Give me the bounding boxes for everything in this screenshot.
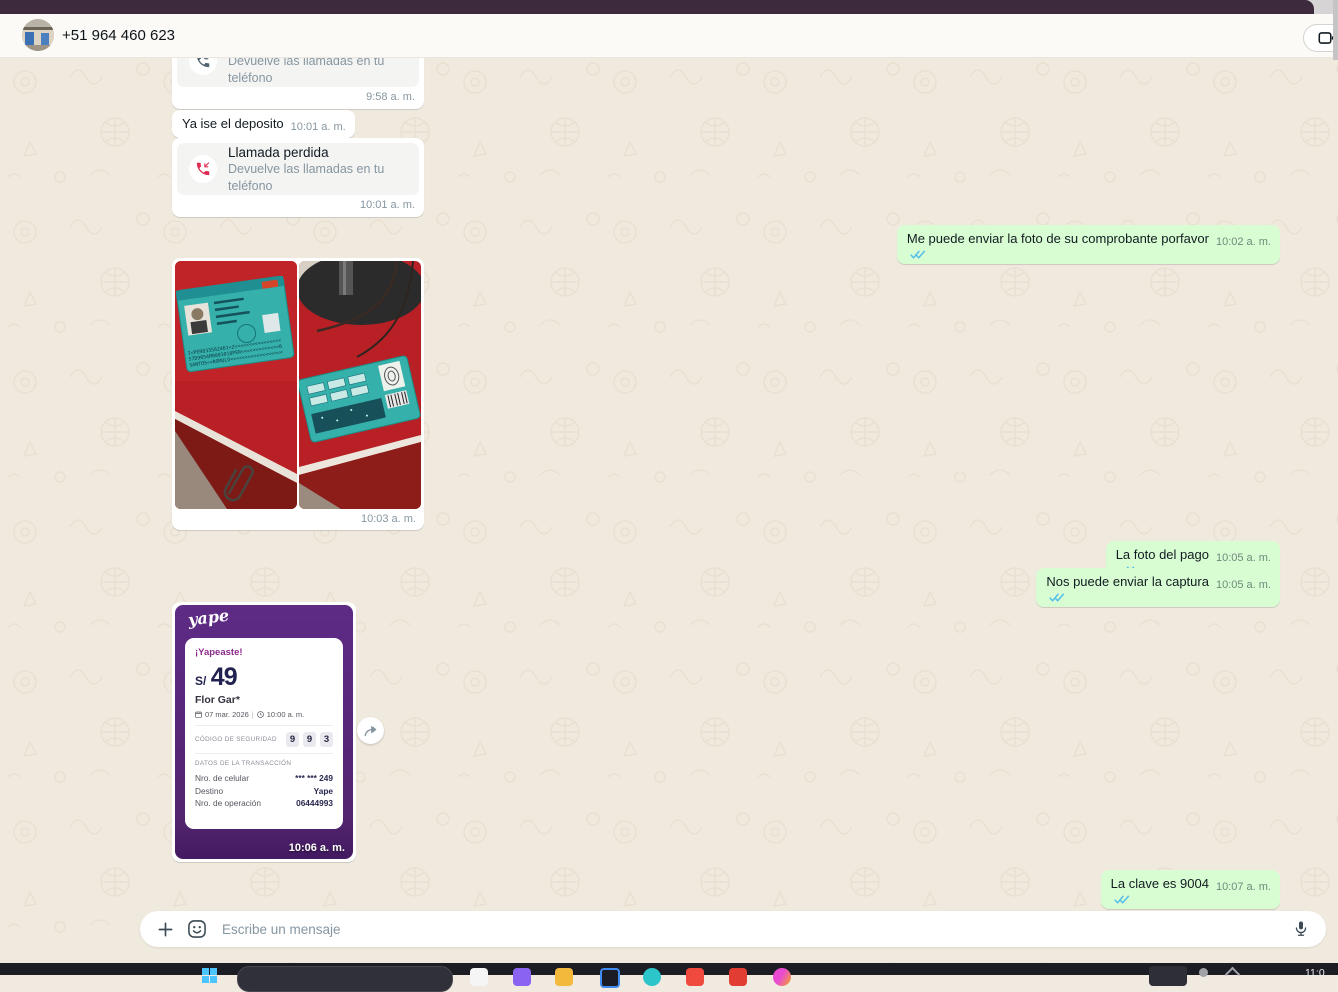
sticker-smiley-icon xyxy=(186,918,208,940)
message-text: Me puede enviar la foto de su comprobant… xyxy=(907,231,1209,246)
message-time: 10:01 a. m. xyxy=(291,121,346,133)
plus-icon xyxy=(155,919,176,940)
system-tray-button[interactable] xyxy=(1149,966,1187,986)
photo-id-back[interactable] xyxy=(299,261,421,509)
calendar-icon xyxy=(195,711,202,718)
message-call-event[interactable]: Devuelve las llamadas en tu teléfono 9:5… xyxy=(172,57,424,109)
missed-call-icon xyxy=(189,155,217,183)
message-time: 9:58 a. m. xyxy=(177,87,419,104)
forward-message-button[interactable] xyxy=(357,717,384,744)
call-icon xyxy=(189,57,217,75)
receipt-headline: ¡Yapeaste! xyxy=(195,647,333,658)
message-text: La foto del pago xyxy=(1116,547,1209,562)
forward-arrow-icon xyxy=(363,724,378,737)
voice-record-button[interactable] xyxy=(1288,916,1314,942)
call-subtitle: Devuelve las llamadas en tu teléfono xyxy=(228,57,407,87)
message-text: Ya ise el deposito xyxy=(182,116,284,131)
chat-header: +51 964 460 623 xyxy=(0,14,1338,58)
yape-logo: yape xyxy=(187,606,230,630)
call-subtitle: Devuelve las llamadas en tu teléfono xyxy=(228,161,407,195)
message-outgoing[interactable]: La clave es 9004 10:07 a. m. xyxy=(1101,870,1280,909)
receipt-datetime: 07 mar. 2026 | 10:00 a. m. xyxy=(195,710,333,719)
receipt-row: DestinoYape xyxy=(195,785,333,798)
receipt-row: Nro. de celular*** *** 249 xyxy=(195,772,333,785)
clock-icon xyxy=(257,711,264,718)
taskbar-app-copilot[interactable] xyxy=(513,968,531,986)
photo-id-front[interactable]: I<PER83356Z461<Z<<<<<<<<<<<<<<<< 57D9054… xyxy=(175,261,297,509)
call-event-box: Llamada perdida Devuelve las llamadas en… xyxy=(177,143,419,195)
message-time: 10:05 a. m. xyxy=(1216,579,1271,591)
taskbar-search-box[interactable] xyxy=(237,966,453,992)
taskbar-clock[interactable]: 11:0 xyxy=(1305,967,1325,979)
read-check-icon xyxy=(1114,894,1130,905)
tray-icon[interactable] xyxy=(1199,968,1208,977)
taskbar-app-blue[interactable] xyxy=(600,968,620,988)
message-time: 10:06 a. m. xyxy=(289,842,345,854)
message-composer xyxy=(140,911,1326,947)
taskbar-app-explorer[interactable] xyxy=(555,968,573,986)
taskbar-app-red-2[interactable] xyxy=(729,968,747,986)
attach-button[interactable] xyxy=(152,916,178,942)
emoji-sticker-button[interactable] xyxy=(184,916,210,942)
call-event-box: Devuelve las llamadas en tu teléfono xyxy=(177,57,419,87)
message-outgoing[interactable]: Me puede enviar la foto de su comprobant… xyxy=(897,225,1280,264)
security-code: 993 xyxy=(286,732,333,747)
windows-start-button[interactable] xyxy=(202,968,217,983)
message-image-pair[interactable]: I<PER83356Z461<Z<<<<<<<<<<<<<<<< 57D9054… xyxy=(172,258,424,530)
windows-taskbar: 11:0 xyxy=(0,963,1338,975)
call-title: Llamada perdida xyxy=(228,144,407,161)
message-time: 10:01 a. m. xyxy=(177,195,419,212)
taskbar-app-photos[interactable] xyxy=(773,968,791,986)
read-check-icon xyxy=(910,249,926,260)
yape-receipt-image[interactable]: yape ¡Yapeaste! S/ 49 Flor Gar* 07 mar. … xyxy=(175,605,353,859)
message-time: 10:07 a. m. xyxy=(1216,881,1271,893)
message-time: 10:03 a. m. xyxy=(175,509,421,527)
message-incoming[interactable]: Ya ise el deposito 10:01 a. m. xyxy=(172,110,355,138)
message-missed-call[interactable]: Llamada perdida Devuelve las llamadas en… xyxy=(172,138,424,217)
message-text: La clave es 9004 xyxy=(1111,876,1209,891)
receipt-amount: S/ 49 xyxy=(195,663,333,692)
taskbar-app-red-1[interactable] xyxy=(686,968,704,986)
receipt-payee: Flor Gar* xyxy=(195,694,333,706)
conversation-panel[interactable]: Devuelve las llamadas en tu teléfono 9:5… xyxy=(0,57,1338,963)
read-check-icon xyxy=(1049,592,1065,603)
chat-title-phone[interactable]: +51 964 460 623 xyxy=(62,14,175,57)
taskbar-app-notepad[interactable] xyxy=(470,968,488,986)
message-text: Nos puede enviar la captura xyxy=(1046,574,1209,589)
receipt-row: Nro. de operación06444993 xyxy=(195,797,333,810)
avatar[interactable] xyxy=(22,19,54,51)
window-edge-scrollbar[interactable] xyxy=(1333,0,1338,60)
receipt-card: ¡Yapeaste! S/ 49 Flor Gar* 07 mar. 2026 … xyxy=(185,638,343,829)
message-input[interactable] xyxy=(220,921,1278,938)
message-image-receipt[interactable]: yape ¡Yapeaste! S/ 49 Flor Gar* 07 mar. … xyxy=(172,602,356,862)
window-titlebar xyxy=(0,0,1314,14)
message-time: 10:02 a. m. xyxy=(1216,236,1271,248)
message-outgoing[interactable]: Nos puede enviar la captura 10:05 a. m. xyxy=(1036,568,1280,607)
taskbar-app-browser[interactable] xyxy=(643,968,661,986)
security-code-label: CÓDIGO DE SEGURIDAD xyxy=(195,736,277,743)
transaction-label: DATOS DE LA TRANSACCIÓN xyxy=(195,760,333,767)
avatar-photo xyxy=(22,19,54,51)
message-time: 10:05 a. m. xyxy=(1216,552,1271,564)
microphone-icon xyxy=(1291,919,1311,939)
